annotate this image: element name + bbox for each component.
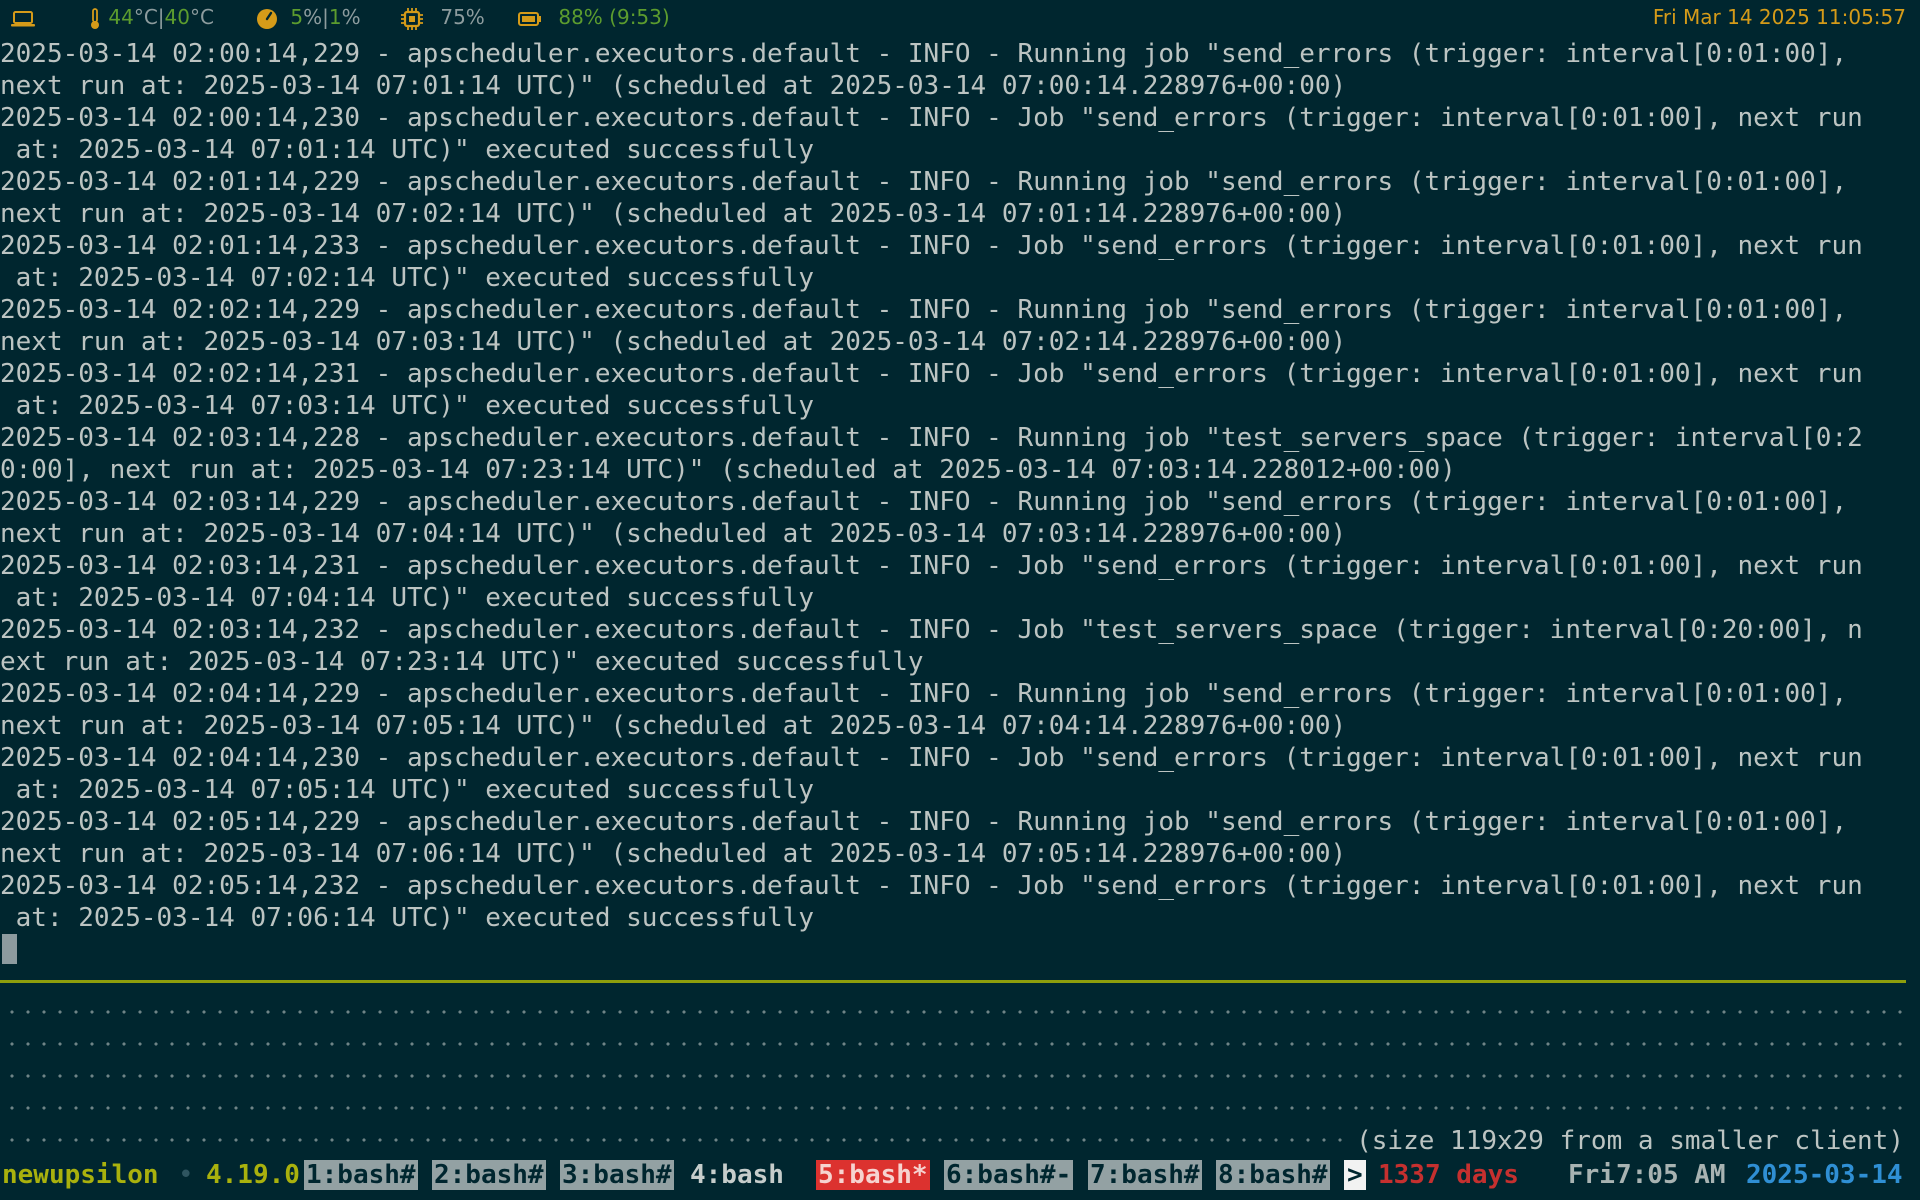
tmux-window-3[interactable]: 3:bash#: [560, 1160, 674, 1190]
log-line: next run at: 2025-03-14 07:03:14 UTC)" (…: [0, 327, 1347, 357]
tmux-window-4[interactable]: 4:bash: [690, 1157, 784, 1193]
temperature-unit: °C|: [133, 5, 165, 29]
log-line: at: 2025-03-14 07:01:14 UTC)" executed s…: [0, 135, 814, 165]
log-line: next run at: 2025-03-14 07:02:14 UTC)" (…: [0, 199, 1347, 229]
gpu-temperature: 40: [164, 5, 190, 29]
log-line: at: 2025-03-14 07:05:14 UTC)" executed s…: [0, 775, 814, 805]
log-line: 2025-03-14 02:00:14,229 - apscheduler.ex…: [0, 39, 1848, 69]
cpu-separator: %|: [303, 5, 329, 29]
clock[interactable]: Fri Mar 14 2025 11:05:57: [1653, 0, 1906, 34]
log-line: 2025-03-14 02:00:14,230 - apscheduler.ex…: [0, 103, 1863, 133]
log-line: at: 2025-03-14 07:04:14 UTC)" executed s…: [0, 583, 814, 613]
fill-dots: [4, 1138, 1344, 1142]
status-separator: •: [178, 1160, 194, 1190]
cpu-widget[interactable]: 5%|1%: [256, 0, 361, 34]
chip-icon: [400, 5, 430, 30]
status-prompt-marker: >: [1344, 1160, 1366, 1190]
log-line: 2025-03-14 02:04:14,229 - apscheduler.ex…: [0, 679, 1848, 709]
temperature-unit: °C: [189, 5, 214, 29]
terminal-output[interactable]: 2025-03-14 02:00:14,229 - apscheduler.ex…: [0, 38, 1920, 934]
gauge-icon: [256, 5, 284, 29]
log-line: 2025-03-14 02:01:14,233 - apscheduler.ex…: [0, 231, 1863, 261]
laptop-icon[interactable]: [10, 0, 36, 34]
log-line: at: 2025-03-14 07:02:14 UTC)" executed s…: [0, 263, 814, 293]
log-line: next run at: 2025-03-14 07:01:14 UTC)" (…: [0, 71, 1347, 101]
weekday: Fri: [1568, 1160, 1615, 1190]
log-line: 0:00], next run at: 2025-03-14 07:23:14 …: [0, 455, 1456, 485]
log-line: 2025-03-14 02:02:14,231 - apscheduler.ex…: [0, 359, 1863, 389]
temperature-widget[interactable]: 44°C|40°C: [88, 0, 214, 34]
status-date: 2025-03-14: [1746, 1160, 1903, 1190]
system-top-bar: 44°C|40°C 5%|1% 75% 88% (9:53) Fri Mar 1…: [0, 0, 1920, 34]
battery-icon: [518, 5, 548, 29]
kernel-version: 4.19.0: [206, 1160, 300, 1190]
memory-widget[interactable]: 75%: [400, 0, 485, 34]
terminal-cursor: [2, 934, 17, 964]
memory-usage: 75%: [440, 5, 485, 29]
uptime: 1337 days: [1378, 1160, 1519, 1190]
log-line: ext run at: 2025-03-14 07:23:14 UTC)" ex…: [0, 647, 924, 677]
tmux-window-5-active[interactable]: 5:bash*: [816, 1160, 930, 1190]
cpu-unit: %: [341, 5, 361, 29]
log-line: 2025-03-14 02:04:14,230 - apscheduler.ex…: [0, 743, 1863, 773]
cpu-usage-secondary: 1: [328, 5, 342, 29]
log-line: next run at: 2025-03-14 07:06:14 UTC)" (…: [0, 839, 1347, 869]
log-line: 2025-03-14 02:03:14,232 - apscheduler.ex…: [0, 615, 1863, 645]
fill-dots: [4, 1106, 1904, 1110]
log-line: 2025-03-14 02:05:14,232 - apscheduler.ex…: [0, 871, 1863, 901]
log-line: at: 2025-03-14 07:06:14 UTC)" executed s…: [0, 903, 814, 933]
log-line: 2025-03-14 02:03:14,231 - apscheduler.ex…: [0, 551, 1863, 581]
log-line: 2025-03-14 02:02:14,229 - apscheduler.ex…: [0, 295, 1848, 325]
tmux-status-bar: newupsilon • 4.19.0 1:bash# 2:bash# 3:ba…: [0, 1157, 1920, 1193]
cpu-temperature: 44: [108, 5, 134, 29]
log-line: next run at: 2025-03-14 07:04:14 UTC)" (…: [0, 519, 1347, 549]
log-line: 2025-03-14 02:05:14,229 - apscheduler.ex…: [0, 807, 1848, 837]
battery-status: 88% (9:53): [558, 5, 670, 29]
fill-dots: [4, 1074, 1904, 1078]
hostname: newupsilon: [2, 1160, 159, 1190]
pane-divider[interactable]: [0, 980, 1906, 983]
thermometer-icon: [88, 5, 108, 29]
status-time: 7:05 AM: [1616, 1160, 1726, 1190]
cpu-usage: 5: [290, 5, 304, 29]
fill-dots: [4, 1010, 1904, 1014]
log-line: 2025-03-14 02:03:14,228 - apscheduler.ex…: [0, 423, 1863, 453]
log-line: next run at: 2025-03-14 07:05:14 UTC)" (…: [0, 711, 1347, 741]
tmux-window-6[interactable]: 6:bash#-: [944, 1160, 1074, 1190]
tmux-window-2[interactable]: 2:bash#: [432, 1160, 546, 1190]
log-line: at: 2025-03-14 07:03:14 UTC)" executed s…: [0, 391, 814, 421]
client-size-note: (size 119x29 from a smaller client): [1352, 1125, 1904, 1157]
fill-dots: [4, 1042, 1904, 1046]
tmux-window-8[interactable]: 8:bash#: [1216, 1160, 1330, 1190]
log-line: 2025-03-14 02:03:14,229 - apscheduler.ex…: [0, 487, 1848, 517]
battery-widget[interactable]: 88% (9:53): [518, 0, 670, 34]
tmux-window-1[interactable]: 1:bash#: [304, 1160, 418, 1190]
tmux-window-7[interactable]: 7:bash#: [1088, 1160, 1202, 1190]
log-line: 2025-03-14 02:01:14,229 - apscheduler.ex…: [0, 167, 1848, 197]
